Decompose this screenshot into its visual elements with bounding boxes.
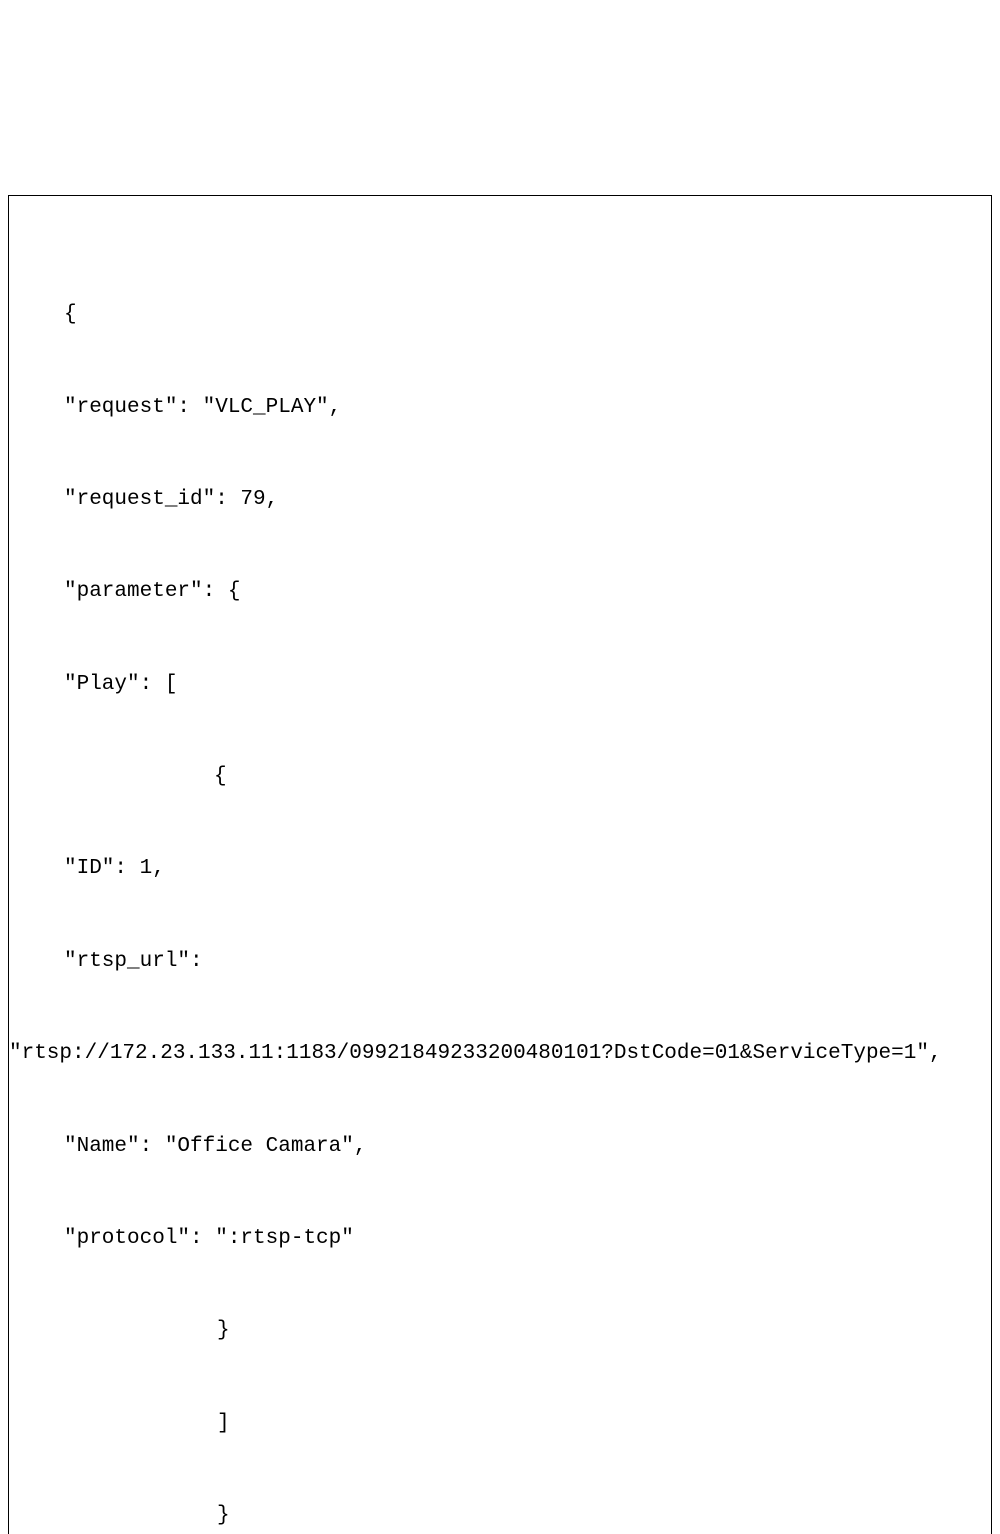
code-line: "protocol": ":rtsp-tcp" <box>9 1216 991 1262</box>
code-line: "parameter": { <box>9 569 991 615</box>
code-line: } <box>9 1308 991 1354</box>
code-line: "request_id": 79, <box>9 477 991 523</box>
code-line: { <box>9 292 991 338</box>
code-line: "rtsp_url": <box>9 939 991 985</box>
code-line: { <box>9 754 991 800</box>
code-line: } <box>9 1493 991 1534</box>
code-line: "Name": "Office Camara", <box>9 1124 991 1170</box>
code-line: "ID": 1, <box>9 846 991 892</box>
code-container: { "request": "VLC_PLAY", "request_id": 7… <box>9 246 991 1534</box>
code-line: ] <box>9 1401 991 1447</box>
code-box: { "request": "VLC_PLAY", "request_id": 7… <box>8 195 992 1534</box>
code-line: "request": "VLC_PLAY", <box>9 385 991 431</box>
code-line: "Play": [ <box>9 662 991 708</box>
code-line: "rtsp://172.23.133.11:1183/0992184923320… <box>9 1031 991 1077</box>
